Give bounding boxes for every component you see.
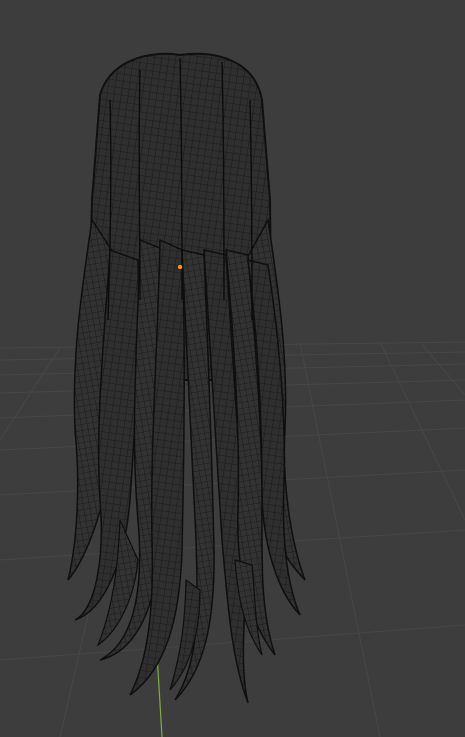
object-origin-dot-icon[interactable] xyxy=(176,263,183,270)
viewport-canvas[interactable] xyxy=(0,0,465,737)
3d-viewport[interactable] xyxy=(0,0,465,737)
hair-mesh-wireframe-icon[interactable] xyxy=(67,52,306,704)
